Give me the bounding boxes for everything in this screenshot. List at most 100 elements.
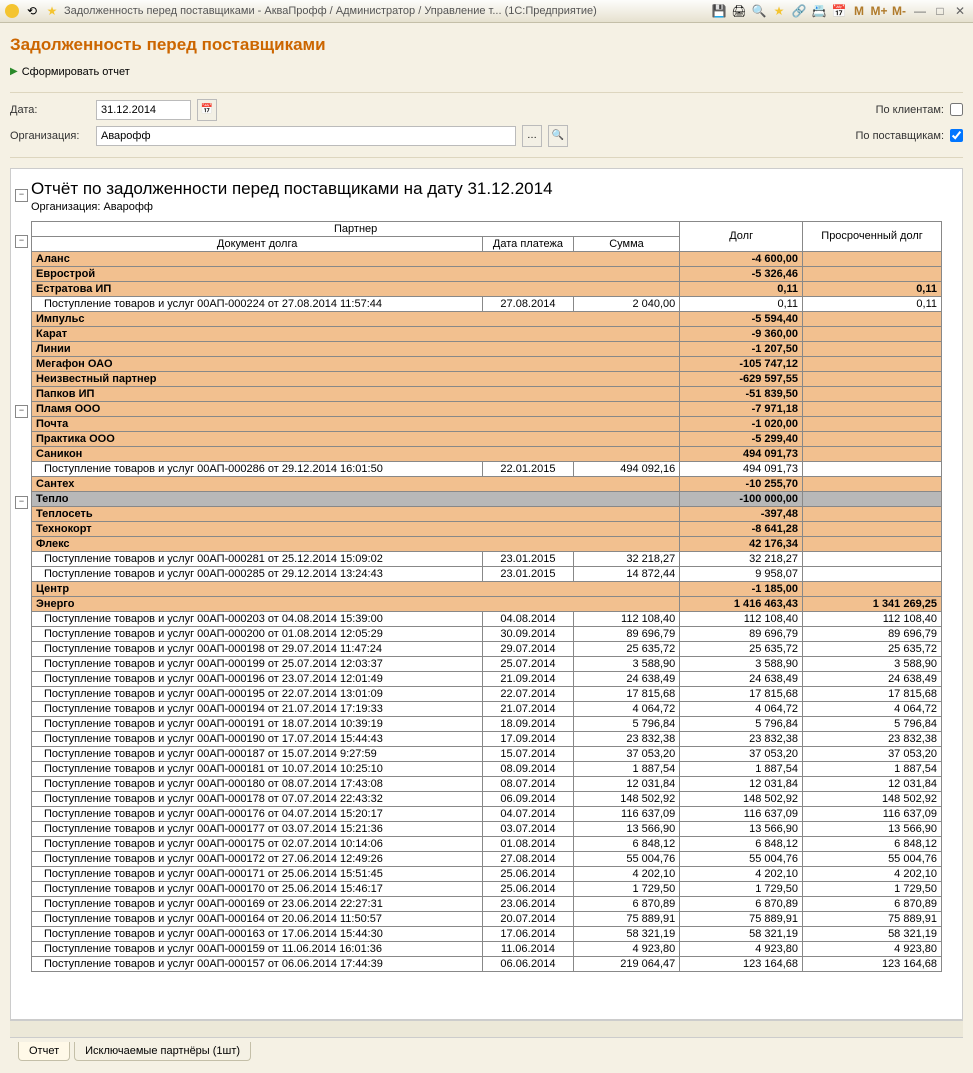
page-title: Задолженность перед поставщиками	[10, 35, 963, 55]
preview-icon[interactable]: 🔍	[751, 3, 767, 19]
header-sum: Сумма	[573, 236, 680, 251]
calendar-icon[interactable]: 📅	[831, 3, 847, 19]
table-row[interactable]: Энерго1 416 463,431 341 269,25	[32, 596, 942, 611]
link-icon[interactable]: 🔗	[791, 3, 807, 19]
tree-collapse-node[interactable]: −	[15, 235, 28, 248]
table-row[interactable]: Поступление товаров и услуг 00АП-000200 …	[32, 626, 942, 641]
star-icon[interactable]: ★	[771, 3, 787, 19]
tree-collapse-node[interactable]: −	[15, 405, 28, 418]
org-label: Организация:	[10, 130, 90, 142]
org-search-button[interactable]: 🔍	[548, 125, 568, 147]
table-row[interactable]: Поступление товаров и услуг 00АП-000224 …	[32, 296, 942, 311]
table-row[interactable]: Технокорт-8 641,28	[32, 521, 942, 536]
report-org-line: Организация: Аварофф	[31, 201, 942, 213]
report-table: Партнер Долг Просроченный долг Документ …	[31, 221, 942, 972]
titlebar: ⟲ ★ Задолженность перед поставщиками - А…	[0, 0, 973, 23]
table-row[interactable]: Папков ИП-51 839,50	[32, 386, 942, 401]
table-row[interactable]: Естратова ИП0,110,11	[32, 281, 942, 296]
calendar-button[interactable]: 📅	[197, 99, 217, 121]
horizontal-scrollbar[interactable]	[10, 1020, 963, 1037]
header-debt: Долг	[680, 221, 803, 251]
report-body: − − − − Отчёт по задолженности перед пос…	[10, 168, 963, 1020]
table-row[interactable]: Поступление товаров и услуг 00АП-000157 …	[32, 956, 942, 971]
table-row[interactable]: Поступление товаров и услуг 00АП-000169 …	[32, 896, 942, 911]
save-icon[interactable]: 💾	[711, 3, 727, 19]
maximize-button[interactable]: □	[931, 3, 949, 19]
table-row[interactable]: Импульс-5 594,40	[32, 311, 942, 326]
table-row[interactable]: Поступление товаров и услуг 00АП-000286 …	[32, 461, 942, 476]
table-row[interactable]: Теплосеть-397,48	[32, 506, 942, 521]
header-pay-date: Дата платежа	[483, 236, 573, 251]
table-row[interactable]: Поступление товаров и услуг 00АП-000181 …	[32, 761, 942, 776]
tree-collapse-node[interactable]: −	[15, 496, 28, 509]
table-row[interactable]: Поступление товаров и услуг 00АП-000285 …	[32, 566, 942, 581]
table-row[interactable]: Поступление товаров и услуг 00АП-000164 …	[32, 911, 942, 926]
table-row[interactable]: Поступление товаров и услуг 00АП-000159 …	[32, 941, 942, 956]
by-suppliers-label: По поставщикам:	[855, 130, 944, 142]
table-row[interactable]: Поступление товаров и услуг 00АП-000195 …	[32, 686, 942, 701]
by-suppliers-checkbox[interactable]	[950, 129, 963, 142]
table-row[interactable]: Мегафон ОАО-105 747,12	[32, 356, 942, 371]
table-row[interactable]: Поступление товаров и услуг 00АП-000163 …	[32, 926, 942, 941]
generate-report-label: Сформировать отчет	[22, 66, 130, 78]
by-clients-label: По клиентам:	[876, 104, 944, 116]
table-row[interactable]: Поступление товаров и услуг 00АП-000191 …	[32, 716, 942, 731]
by-clients-checkbox[interactable]	[950, 103, 963, 116]
table-row[interactable]: Почта-1 020,00	[32, 416, 942, 431]
table-row[interactable]: Пламя ООО-7 971,18	[32, 401, 942, 416]
table-row[interactable]: Еврострой-5 326,46	[32, 266, 942, 281]
org-input[interactable]	[96, 126, 516, 146]
table-row[interactable]: Поступление товаров и услуг 00АП-000176 …	[32, 806, 942, 821]
table-row[interactable]: Флекс42 176,34	[32, 536, 942, 551]
table-row[interactable]: Поступление товаров и услуг 00АП-000203 …	[32, 611, 942, 626]
table-row[interactable]: Поступление товаров и услуг 00АП-000177 …	[32, 821, 942, 836]
table-row[interactable]: Поступление товаров и услуг 00АП-000198 …	[32, 641, 942, 656]
tree-collapse-root[interactable]: −	[15, 189, 28, 202]
table-row[interactable]: Поступление товаров и услуг 00АП-000175 …	[32, 836, 942, 851]
play-icon: ▶	[10, 66, 18, 77]
table-row[interactable]: Поступление товаров и услуг 00АП-000187 …	[32, 746, 942, 761]
close-button[interactable]: ✕	[951, 3, 969, 19]
minimize-button[interactable]: —	[911, 3, 929, 19]
table-row[interactable]: Неизвестный партнер-629 597,55	[32, 371, 942, 386]
date-input[interactable]	[96, 100, 191, 120]
m-icon[interactable]: M	[851, 3, 867, 19]
table-row[interactable]: Поступление товаров и услуг 00АП-000199 …	[32, 656, 942, 671]
table-row[interactable]: Поступление товаров и услуг 00АП-000190 …	[32, 731, 942, 746]
table-row[interactable]: Поступление товаров и услуг 00АП-000196 …	[32, 671, 942, 686]
m-plus-icon[interactable]: M+	[871, 3, 887, 19]
table-row[interactable]: Поступление товаров и услуг 00АП-000171 …	[32, 866, 942, 881]
table-row[interactable]: Поступление товаров и услуг 00АП-000172 …	[32, 851, 942, 866]
window-title: Задолженность перед поставщиками - АкваП…	[64, 5, 707, 17]
header-doc: Документ долга	[32, 236, 483, 251]
table-row[interactable]: Карат-9 360,00	[32, 326, 942, 341]
filter-panel: Дата: 📅 По клиентам: Организация: … 🔍 По…	[10, 92, 963, 158]
back-icon[interactable]: ⟲	[24, 3, 40, 19]
report-title: Отчёт по задолженности перед поставщикам…	[31, 179, 942, 199]
tab-report[interactable]: Отчет	[18, 1042, 70, 1061]
print-icon[interactable]: 🖨	[731, 3, 747, 19]
table-row[interactable]: Поступление товаров и услуг 00АП-000178 …	[32, 791, 942, 806]
app-icon	[4, 3, 20, 19]
org-select-button[interactable]: …	[522, 125, 542, 147]
table-row[interactable]: Линии-1 207,50	[32, 341, 942, 356]
table-row[interactable]: Практика ООО-5 299,40	[32, 431, 942, 446]
header-overdue: Просроченный долг	[803, 221, 942, 251]
m-minus-icon[interactable]: M-	[891, 3, 907, 19]
date-label: Дата:	[10, 104, 90, 116]
tab-excluded[interactable]: Исключаемые партнёры (1шт)	[74, 1042, 251, 1061]
table-row[interactable]: Аланс-4 600,00	[32, 251, 942, 266]
bottom-tabs: Отчет Исключаемые партнёры (1шт)	[10, 1037, 963, 1065]
table-row[interactable]: Саникон494 091,73	[32, 446, 942, 461]
table-row[interactable]: Центр-1 185,00	[32, 581, 942, 596]
table-row[interactable]: Поступление товаров и услуг 00АП-000170 …	[32, 881, 942, 896]
calc-icon[interactable]: 📇	[811, 3, 827, 19]
table-row[interactable]: Поступление товаров и услуг 00АП-000194 …	[32, 701, 942, 716]
generate-report-link[interactable]: ▶ Сформировать отчет	[10, 66, 130, 78]
header-partner: Партнер	[32, 221, 680, 236]
table-row[interactable]: Сантех-10 255,70	[32, 476, 942, 491]
table-row[interactable]: Тепло-100 000,00	[32, 491, 942, 506]
favorite-icon[interactable]: ★	[44, 3, 60, 19]
table-row[interactable]: Поступление товаров и услуг 00АП-000180 …	[32, 776, 942, 791]
table-row[interactable]: Поступление товаров и услуг 00АП-000281 …	[32, 551, 942, 566]
